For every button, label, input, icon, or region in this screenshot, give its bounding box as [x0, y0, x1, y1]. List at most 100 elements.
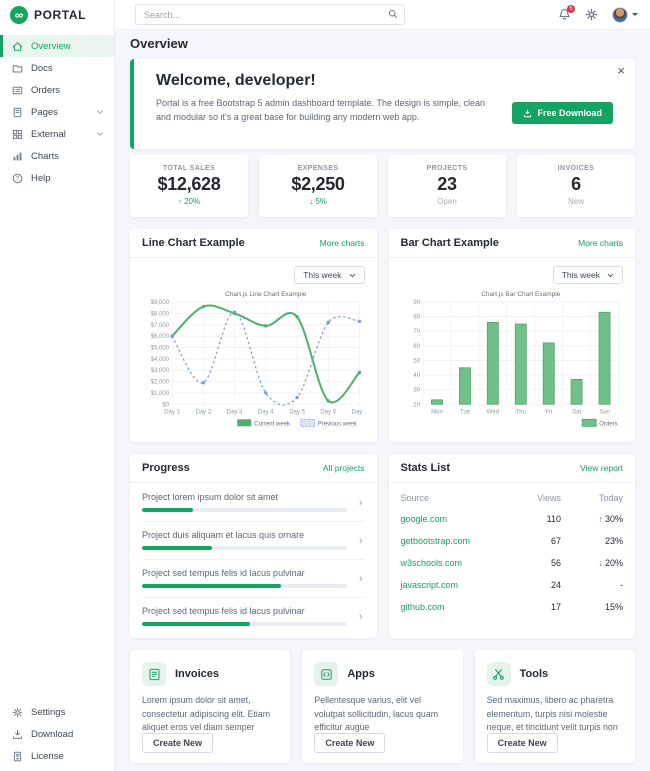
svg-text:Day 3: Day 3: [227, 409, 243, 415]
stats-list-card: Stats List View report Source Views Toda…: [389, 454, 636, 638]
welcome-banner: × Welcome, developer! Portal is a free B…: [130, 59, 635, 149]
sidebar-item-orders[interactable]: Orders: [0, 79, 114, 101]
svg-text:$8,000: $8,000: [151, 311, 170, 317]
journal-icon: [12, 107, 23, 118]
source-link[interactable]: javascript.com: [401, 580, 459, 590]
svg-text:Chart.js Line Chart Example: Chart.js Line Chart Example: [225, 291, 307, 298]
more-charts-link[interactable]: More charts: [320, 238, 365, 248]
svg-text:$6,000: $6,000: [151, 334, 170, 340]
mid-row: Progress All projects Project lorem ipsu…: [130, 454, 635, 638]
feature-body: Pellentesque varius, elit vel volutpat s…: [314, 694, 450, 734]
svg-text:$7,000: $7,000: [151, 323, 170, 329]
view-report-link[interactable]: View report: [580, 463, 623, 473]
page-title: Overview: [130, 36, 635, 51]
chevron-down-icon: [349, 272, 356, 279]
svg-text:$2,000: $2,000: [151, 380, 170, 386]
search-input[interactable]: [135, 4, 405, 25]
table-row: javascript.com 24 -: [401, 574, 624, 596]
progress-row[interactable]: Project duis aliquam et lacus quis ornar…: [142, 522, 365, 560]
progress-row[interactable]: Project sed tempus felis id lacus pulvin…: [142, 598, 365, 635]
stat-card-projects[interactable]: PROJECTS 23 Open: [388, 155, 506, 217]
svg-text:Fri: Fri: [545, 409, 552, 415]
progress-row[interactable]: Project sed tempus felis id lacus pulvin…: [142, 560, 365, 598]
create-new-button[interactable]: Create New: [487, 733, 558, 753]
svg-text:$1,000: $1,000: [151, 391, 170, 397]
sidebar-item-label: Overview: [31, 41, 71, 52]
more-charts-link[interactable]: More charts: [578, 238, 623, 248]
week-dropdown[interactable]: This week: [294, 266, 364, 284]
stat-card-expenses[interactable]: EXPENSES $2,250 ↓ 5%: [259, 155, 377, 217]
line-chart-card: Line Chart Example More charts This week…: [130, 229, 377, 442]
sidebar-bottom-nav: Settings Download License: [0, 696, 114, 771]
app-logo[interactable]: ∞ PORTAL: [0, 0, 114, 30]
search-icon[interactable]: [388, 9, 398, 19]
svg-text:Day 2: Day 2: [195, 409, 211, 415]
stat-note: Open: [388, 197, 506, 206]
sidebar-item-pages[interactable]: Pages: [0, 101, 114, 123]
free-download-button[interactable]: Free Download: [512, 102, 613, 124]
svg-text:20: 20: [413, 402, 420, 408]
svg-text:70: 70: [413, 329, 420, 335]
progress-bar: [142, 584, 347, 588]
sidebar-item-label: External: [31, 129, 66, 140]
sidebar-item-settings[interactable]: Settings: [0, 701, 114, 723]
sidebar-item-docs[interactable]: Docs: [0, 57, 114, 79]
create-new-button[interactable]: Create New: [142, 733, 213, 753]
sidebar-item-charts[interactable]: Charts: [0, 145, 114, 167]
stat-label: EXPENSES: [259, 165, 377, 172]
svg-text:Day 1: Day 1: [164, 409, 180, 415]
week-dropdown[interactable]: This week: [553, 266, 623, 284]
svg-text:80: 80: [413, 315, 420, 321]
create-new-button[interactable]: Create New: [314, 733, 385, 753]
sidebar-item-label: Charts: [31, 151, 59, 162]
table-row: w3schools.com 56 ↓20%: [401, 552, 624, 574]
progress-row[interactable]: Project lorem ipsum dolor sit amet ›: [142, 484, 365, 522]
svg-text:Day 4: Day 4: [258, 409, 274, 415]
infinity-logo-icon: ∞: [10, 6, 28, 24]
line-chart: $0$1,000$2,000$3,000$4,000$5,000$6,000$7…: [142, 288, 365, 432]
svg-text:Wed: Wed: [486, 409, 498, 415]
notifications-bell-icon[interactable]: 5: [558, 8, 571, 21]
table-row: github.com 17 15%: [401, 596, 624, 618]
settings-gear-icon[interactable]: [585, 8, 598, 21]
sidebar-item-license[interactable]: License: [0, 745, 114, 767]
sidebar-item-help[interactable]: ? Help: [0, 167, 114, 189]
sidebar-item-download[interactable]: Download: [0, 723, 114, 745]
stat-value: $2,250: [259, 174, 377, 195]
code-square-icon: [314, 662, 338, 686]
svg-text:40: 40: [413, 373, 420, 379]
sidebar: ∞ PORTAL Overview Docs Orders Pages Exte…: [0, 0, 115, 771]
chevron-right-icon: ›: [359, 497, 363, 509]
chevron-right-icon: ›: [359, 611, 363, 623]
stat-card-invoices[interactable]: INVOICES 6 New: [517, 155, 635, 217]
column-header: Today: [561, 487, 623, 508]
stat-label: INVOICES: [517, 165, 635, 172]
source-link[interactable]: github.com: [401, 602, 445, 612]
user-menu[interactable]: [612, 7, 638, 23]
sidebar-item-label: Download: [31, 729, 73, 740]
chevron-down-icon: [96, 130, 104, 138]
all-projects-link[interactable]: All projects: [323, 463, 365, 473]
table-row: getbootstrap.com 67 23%: [401, 530, 624, 552]
progress-title: Progress: [142, 462, 190, 474]
invoices-card: Invoices Lorem ipsum dolor sit amet, con…: [130, 650, 290, 763]
svg-text:Sat: Sat: [572, 409, 581, 415]
progress-card: Progress All projects Project lorem ipsu…: [130, 454, 377, 638]
sidebar-item-label: Pages: [31, 107, 58, 118]
source-link[interactable]: google.com: [401, 514, 448, 524]
close-icon[interactable]: ×: [617, 63, 625, 78]
svg-text:90: 90: [413, 300, 420, 306]
source-link[interactable]: w3schools.com: [401, 558, 463, 568]
svg-text:Tue: Tue: [459, 409, 470, 415]
sidebar-item-external[interactable]: External: [0, 123, 114, 145]
stats-list-title: Stats List: [401, 462, 451, 474]
chevron-down-icon: [96, 108, 104, 116]
house-icon: [12, 41, 23, 52]
table-row: google.com 110 ↑30%: [401, 508, 624, 530]
source-link[interactable]: getbootstrap.com: [401, 536, 471, 546]
trend-up-icon: ↑: [598, 514, 603, 524]
stat-card-total-sales[interactable]: TOTAL SALES $12,628 ↑ 20%: [130, 155, 248, 217]
svg-text:?: ?: [16, 175, 20, 182]
sidebar-item-overview[interactable]: Overview: [0, 35, 114, 57]
bar-chart-card: Bar Chart Example More charts This week …: [389, 229, 636, 442]
